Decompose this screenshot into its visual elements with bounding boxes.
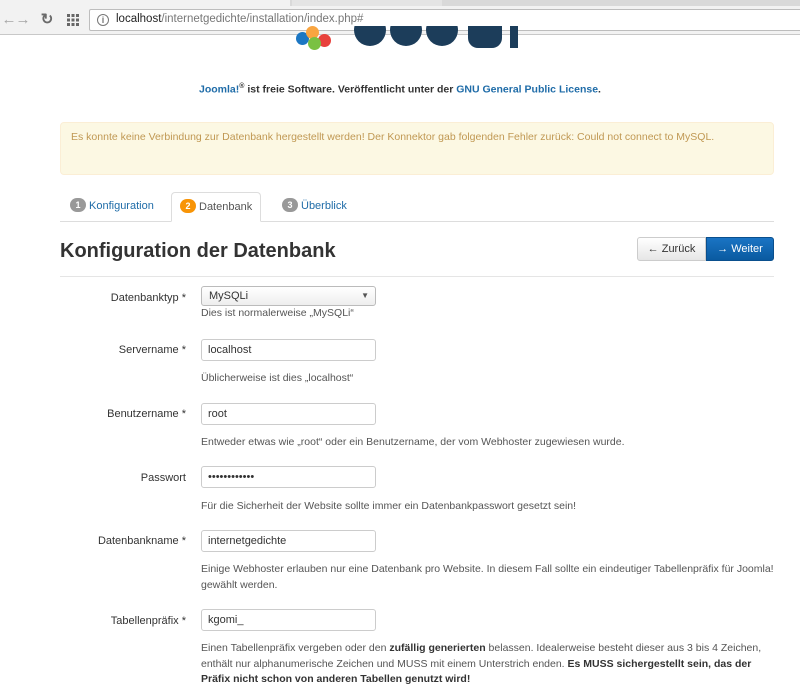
- tab-ueberblick[interactable]: 3 Überblick: [274, 192, 355, 222]
- next-button[interactable]: → Weiter: [706, 237, 774, 261]
- tab-label: Überblick: [301, 200, 347, 212]
- tab-datenbank[interactable]: 2 Datenbank: [171, 192, 262, 222]
- back-button-label: Zurück: [661, 243, 696, 255]
- url-text: localhost/internetgedichte/installation/…: [116, 13, 363, 25]
- dbname-input[interactable]: internetgedichte: [201, 530, 376, 552]
- license-text: ist freie Software. Veröffentlicht unter…: [244, 83, 457, 96]
- joomla-logo-wordmark: [354, 26, 518, 48]
- back-button[interactable]: ← Zurück: [637, 237, 706, 261]
- prefix-help-bold-1: zufällig generierten: [389, 642, 486, 654]
- tab-konfiguration[interactable]: 1 Konfiguration: [62, 192, 162, 222]
- prefix-help-text-1: Einen Tabellenpräfix vergeben oder den: [201, 642, 390, 654]
- license-end: .: [598, 83, 601, 96]
- prefix-input[interactable]: kgomi_: [201, 609, 376, 631]
- arrow-left-icon: ←: [647, 243, 659, 255]
- page-title: Konfiguration der Datenbank: [60, 240, 336, 262]
- tab-label: Datenbank: [199, 201, 253, 213]
- step-number-badge: 1: [70, 198, 86, 212]
- license-notice: Joomla!® ist freie Software. Veröffentli…: [0, 83, 800, 96]
- servername-input[interactable]: localhost: [201, 339, 376, 361]
- password-input[interactable]: ••••••••••••: [201, 466, 376, 488]
- forward-arrow-icon[interactable]: →: [14, 11, 32, 29]
- username-input[interactable]: root: [201, 403, 376, 425]
- site-info-icon[interactable]: i: [97, 14, 109, 26]
- url-host: localhost: [116, 13, 162, 25]
- tab-label: Konfiguration: [89, 200, 154, 212]
- url-path: /internetgedichte/installation/index.php…: [161, 13, 364, 25]
- step-number-badge: 2: [180, 199, 196, 213]
- dbtype-value: MySQLi: [209, 290, 249, 302]
- dropdown-caret-icon: ▼: [361, 291, 369, 300]
- username-label: Benutzername *: [107, 408, 186, 420]
- next-button-label: Weiter: [731, 243, 763, 255]
- alert-message: Es konnte keine Verbindung zur Datenbank…: [71, 131, 715, 143]
- dbtype-select[interactable]: MySQLi ▼: [201, 286, 376, 306]
- title-divider: [60, 276, 774, 277]
- dbtype-label: Datenbanktyp *: [110, 292, 186, 304]
- reload-icon[interactable]: ↻: [38, 11, 56, 29]
- dbtype-help: Dies ist normalerweise „MySQLi“: [201, 307, 354, 319]
- servername-label: Servername *: [118, 344, 186, 356]
- dbname-help: Einige Webhoster erlauben nur eine Daten…: [201, 563, 774, 591]
- servername-help: Üblicherweise ist dies „localhost“: [201, 372, 354, 384]
- install-steps-tabs: 1 Konfiguration 2 Datenbank 3 Überblick: [60, 192, 774, 222]
- joomla-brand: Joomla!: [199, 83, 240, 96]
- step-number-badge: 3: [282, 198, 298, 212]
- db-error-alert: Es konnte keine Verbindung zur Datenbank…: [60, 122, 774, 175]
- gpl-link[interactable]: GNU General Public License: [456, 84, 598, 96]
- dbname-label: Datenbankname *: [97, 535, 186, 547]
- password-help: Für die Sicherheit der Website sollte im…: [201, 500, 577, 512]
- password-label: Passwort: [140, 472, 186, 484]
- prefix-help: Einen Tabellenpräfix vergeben oder den z…: [201, 641, 776, 688]
- username-help: Entweder etwas wie „root“ oder ein Benut…: [201, 436, 625, 448]
- apps-grid-icon[interactable]: [64, 11, 82, 29]
- joomla-logo: [290, 26, 530, 50]
- prefix-label: Tabellenpräfix *: [110, 615, 186, 627]
- arrow-right-icon: →: [717, 243, 729, 255]
